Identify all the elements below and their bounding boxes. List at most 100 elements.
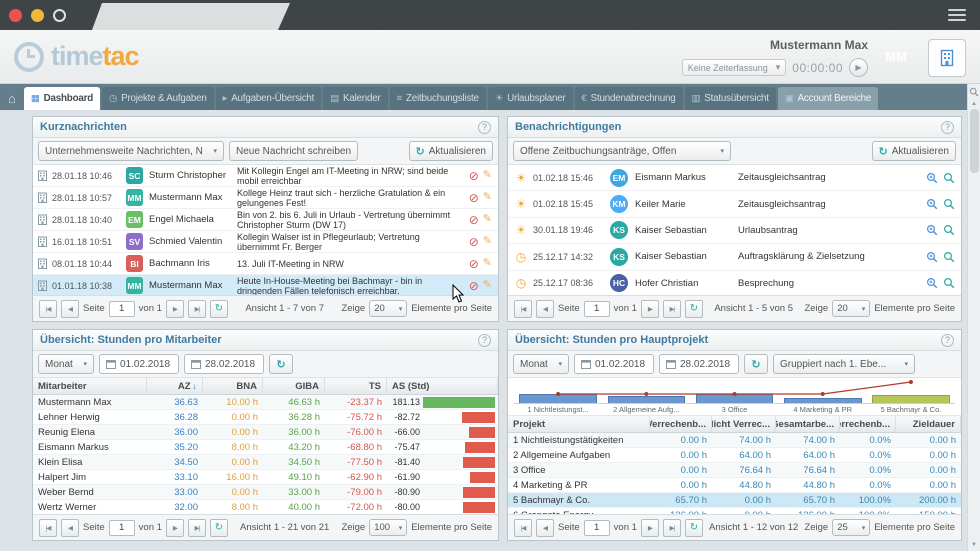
tab-aufgaben-übersicht[interactable]: ▸ Aufgaben-Übersicht [216, 87, 322, 110]
message-row[interactable]: 01.01.18 10:38 MM Mustermann Max Heute I… [33, 275, 498, 295]
edit-icon[interactable]: ✎ [483, 192, 492, 203]
edit-icon[interactable]: ✎ [483, 214, 492, 225]
help-icon[interactable]: ? [941, 334, 954, 347]
open-details-icon[interactable] [943, 224, 955, 236]
page-size-select[interactable]: 25▾ [832, 519, 870, 536]
notification-row[interactable]: ☀ ◷ 25.12.17 08:36 HC Hofer Christian Be… [508, 271, 961, 295]
employee-row[interactable]: Halpert Jim 33.10 16.00 h 49.10 h -62.90… [33, 470, 498, 485]
column-bna[interactable]: BNA [203, 378, 263, 394]
organization-button[interactable] [928, 39, 966, 77]
help-icon[interactable]: ? [941, 121, 954, 134]
edit-icon[interactable]: ✎ [483, 170, 492, 181]
edit-icon[interactable]: ✎ [483, 258, 492, 269]
page-scrollbar[interactable]: ▲ ▼ [967, 84, 980, 551]
next-page-button[interactable]: ▶ [166, 519, 184, 537]
column-as[interactable]: AS (Std) [387, 378, 498, 394]
window-close-button[interactable] [9, 9, 22, 22]
project-row[interactable]: 1 Nichtleistungstätigkeiten 0.00 h 74.00… [508, 433, 961, 448]
page-input[interactable] [109, 301, 135, 317]
scroll-up-icon[interactable]: ▲ [971, 101, 977, 107]
message-row[interactable]: 28.01.18 10:40 EM Engel Michaela Bin von… [33, 209, 498, 231]
open-details-icon[interactable] [943, 251, 955, 263]
employee-row[interactable]: Reunig Elena 36.00 0.00 h 36.00 h -76.00… [33, 425, 498, 440]
first-page-button[interactable]: |◀ [514, 300, 532, 318]
prev-page-button[interactable]: ◀ [61, 300, 79, 318]
grouping-select[interactable]: Gruppiert nach 1. Ebe... ▾ [773, 354, 915, 374]
column-giba[interactable]: GIBA [263, 378, 325, 394]
refresh-button[interactable]: ↻ [210, 300, 228, 318]
message-row[interactable]: 16.01.18 10:51 SV Schmied Valentin Kolle… [33, 231, 498, 253]
tab-account-bereiche[interactable]: ▣ Account Bereiche [778, 87, 878, 110]
tab-statusübersicht[interactable]: ▥ Statusübersicht [685, 87, 776, 110]
prev-page-button[interactable]: ◀ [536, 519, 554, 537]
last-page-button[interactable]: ▶| [188, 519, 206, 537]
deactivate-icon[interactable]: ⊘ [469, 280, 479, 292]
page-input[interactable] [584, 520, 610, 536]
next-page-button[interactable]: ▶ [641, 300, 659, 318]
zoom-in-icon[interactable] [926, 198, 938, 210]
employee-row[interactable]: Weber Bernd 33.00 0.00 h 33.00 h -79.00 … [33, 485, 498, 500]
browser-tab[interactable] [92, 3, 290, 30]
message-row[interactable]: 28.01.18 10:46 SC Sturm Christopher Mit … [33, 165, 498, 187]
message-row[interactable]: 28.01.18 10:57 MM Mustermann Max Kollege… [33, 187, 498, 209]
date-to-input[interactable]: 28.02.2018 [184, 354, 264, 374]
column-gesamtarbeitszeit[interactable]: Gesamtarbe... [776, 416, 840, 432]
tab-projekte-aufgaben[interactable]: ◷ Projekte & Aufgaben [102, 87, 214, 110]
column-nicht-verrechenbar[interactable]: Nicht Verrec... [712, 416, 776, 432]
notification-row[interactable]: ☀ ◷ 25.12.17 14:32 KS Kaiser Sebastian A… [508, 244, 961, 270]
zoom-in-icon[interactable] [926, 277, 938, 289]
refresh-button[interactable]: ↻ [210, 519, 228, 537]
project-row[interactable]: 4 Marketing & PR 0.00 h 44.80 h 44.80 h … [508, 478, 961, 493]
edit-icon[interactable]: ✎ [483, 236, 492, 247]
window-minimize-button[interactable] [31, 9, 44, 22]
prev-page-button[interactable]: ◀ [536, 300, 554, 318]
zoom-in-icon[interactable] [926, 172, 938, 184]
employee-row[interactable]: Wertz Werner 32.00 8.00 h 40.00 h -72.00… [33, 500, 498, 514]
zoom-in-icon[interactable] [926, 251, 938, 263]
column-verrechenbar-pct[interactable]: Verrechenb... [840, 416, 896, 432]
home-icon[interactable]: ⌂ [8, 91, 16, 106]
first-page-button[interactable]: |◀ [39, 300, 57, 318]
project-row[interactable]: 3 Office 0.00 h 76.64 h 76.64 h 0.0% 0.0… [508, 463, 961, 478]
refresh-button[interactable]: ↻ [685, 519, 703, 537]
notification-row[interactable]: ☀ ◷ 01.02.18 15:46 EM Eismann Markus Zei… [508, 165, 961, 191]
last-page-button[interactable]: ▶| [188, 300, 206, 318]
deactivate-icon[interactable]: ⊘ [469, 192, 479, 204]
message-row[interactable]: 08.01.18 10:44 BI Bachmann Iris 13. Juli… [33, 253, 498, 275]
employee-row[interactable]: Mustermann Max 36.63 10.00 h 46.63 h -23… [33, 395, 498, 410]
employee-row[interactable]: Eismann Markus 35.20 8.00 h 43.20 h -68.… [33, 440, 498, 455]
last-page-button[interactable]: ▶| [663, 519, 681, 537]
scrollbar-thumb[interactable] [970, 109, 979, 173]
search-icon[interactable] [969, 87, 979, 97]
user-avatar[interactable]: MM [878, 38, 914, 74]
edit-icon[interactable]: ✎ [483, 280, 492, 291]
column-mitarbeiter[interactable]: Mitarbeiter [33, 378, 147, 394]
start-tracking-button[interactable]: ▶ [849, 58, 868, 77]
tab-zeitbuchungsliste[interactable]: ≡ Zeitbuchungsliste [390, 87, 486, 110]
refresh-button[interactable]: ↻ [744, 354, 768, 374]
column-ts[interactable]: TS [325, 378, 387, 394]
column-projekt[interactable]: Projekt [508, 416, 650, 432]
messages-filter-select[interactable]: Unternehmensweite Nachrichten, N ▾ [38, 141, 224, 161]
next-page-button[interactable]: ▶ [166, 300, 184, 318]
date-from-input[interactable]: 01.02.2018 [99, 354, 179, 374]
messages-refresh-button[interactable]: ↻ Aktualisieren [409, 141, 493, 161]
new-message-button[interactable]: Neue Nachricht schreiben [229, 141, 358, 161]
deactivate-icon[interactable]: ⊘ [469, 236, 479, 248]
employee-row[interactable]: Klein Elisa 34.50 0.00 h 34.50 h -77.50 … [33, 455, 498, 470]
notification-row[interactable]: ☀ ◷ 01.02.18 15:45 KM Keiler Marie Zeita… [508, 191, 961, 217]
tab-kalender[interactable]: ▤ Kalender [323, 87, 387, 110]
deactivate-icon[interactable]: ⊘ [469, 258, 479, 270]
browser-menu-button[interactable] [944, 5, 970, 25]
prev-page-button[interactable]: ◀ [61, 519, 79, 537]
column-az[interactable]: AZ↓ [147, 378, 203, 394]
help-icon[interactable]: ? [478, 121, 491, 134]
project-row[interactable]: 5 Bachmayr & Co. 65.70 h 0.00 h 65.70 h … [508, 493, 961, 508]
help-icon[interactable]: ? [478, 334, 491, 347]
zoom-in-icon[interactable] [926, 224, 938, 236]
deactivate-icon[interactable]: ⊘ [469, 214, 479, 226]
notifications-filter-select[interactable]: Offene Zeitbuchungsanträge, Offen ▾ [513, 141, 731, 161]
window-maximize-button[interactable] [53, 9, 66, 22]
page-input[interactable] [109, 520, 135, 536]
column-zieldauer[interactable]: Zieldauer [896, 416, 961, 432]
